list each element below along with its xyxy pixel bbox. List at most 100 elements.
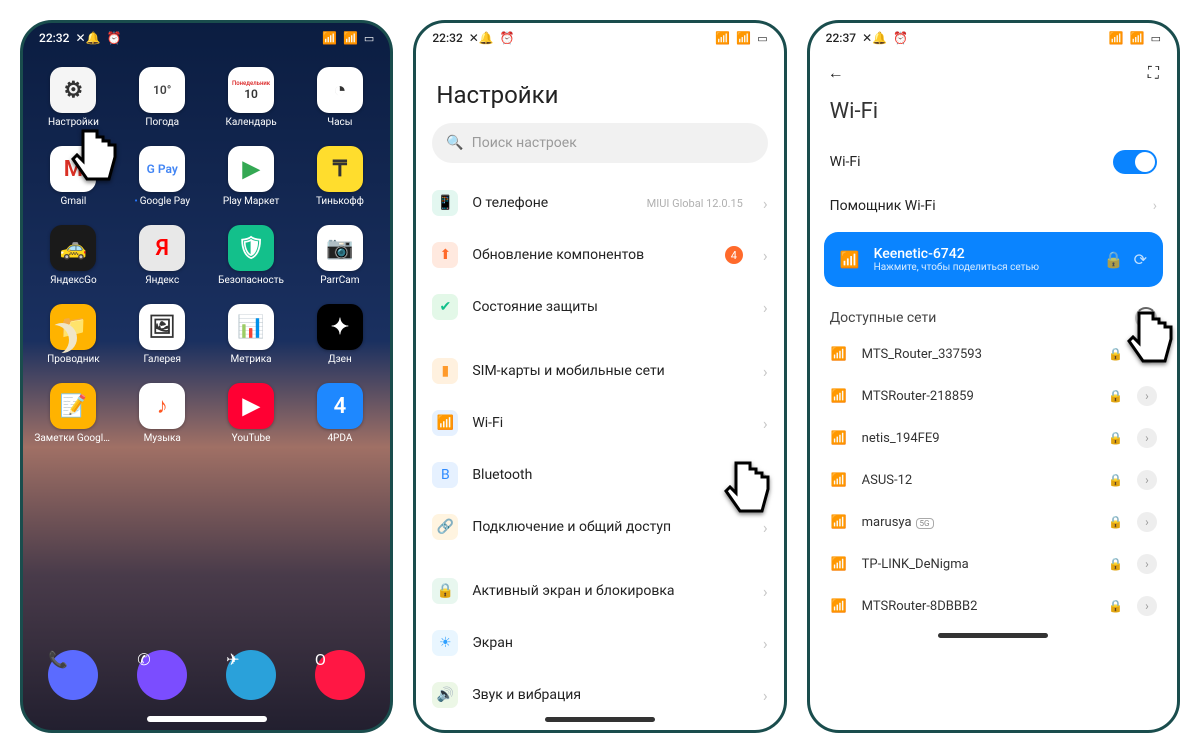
clock-icon: ◔ [317,67,363,113]
network-row[interactable]: 📶TP-LINK_DeNigma🔒› [818,543,1169,585]
info-icon[interactable]: ⟳ [1134,250,1147,269]
app-weather-icon[interactable]: 10°Погода [118,67,207,128]
wifi-toggle-row[interactable]: Wi-Fi [810,138,1177,186]
settings-row-lockscreen[interactable]: 🔒Активный экран и блокировка› [416,565,783,617]
settings-row-display[interactable]: ☀Экран› [416,617,783,669]
settings-list: 📱О телефонеMIUI Global 12.0.15›⬆Обновлен… [416,177,783,711]
wifi-icon: 📶 [432,410,458,436]
app-gpay-icon[interactable]: G Pay •Google Pay [118,146,207,207]
app-label: Gmail [34,196,112,207]
row-label: Активный экран и блокировка [472,583,749,599]
settings-row-about-phone[interactable]: 📱О телефонеMIUI Global 12.0.15› [416,177,783,229]
search-input[interactable]: 🔍 Поиск настроек [432,123,767,163]
gpay-icon: G Pay [139,146,185,192]
bluetooth-icon: B [432,462,458,488]
back-icon[interactable]: ← [828,63,844,83]
app-security-icon[interactable]: 🛡Безопасность [207,225,296,286]
app-yandex-icon[interactable]: ЯЯндекс [118,225,207,286]
chevron-right-icon[interactable]: › [1137,344,1157,364]
chevron-right-icon: › [763,362,768,381]
viber-icon[interactable]: ✆ [137,650,187,700]
settings-row-tethering[interactable]: 🔗Подключение и общий доступ› [416,501,783,553]
qr-scan-icon[interactable]: ⛶ [1148,63,1159,83]
phone-icon[interactable]: 📞 [48,650,98,700]
page-title: Настройки [416,53,783,123]
row-label: Обновление компонентов [472,247,711,263]
home-indicator [938,633,1048,638]
chevron-right-icon[interactable]: › [1137,554,1157,574]
playstore-icon: ▶ [228,146,274,192]
app-tinkoff-icon[interactable]: ₸ Тинькофф [295,146,384,207]
row-extra: MIUI Global 12.0.15 [647,197,743,210]
settings-row-bluetooth[interactable]: BBluetooth› [416,449,783,501]
app-label: Галерея [123,354,201,365]
app-label: Тинькофф [301,196,379,207]
settings-row-updates[interactable]: ⬆Обновление компонентов4› [416,229,783,281]
settings-row-security-status[interactable]: ✔Состояние защиты› [416,281,783,333]
sim-cards-icon: ▮ [432,358,458,384]
opera-icon[interactable]: O [315,650,365,700]
network-row[interactable]: 📶netis_194FE9🔒› [818,417,1169,459]
wifi-assistant-label: Помощник Wi-Fi [830,198,936,214]
network-list: 📶MTS_Router_337593🔒›📶MTSRouter-218859🔒›📶… [810,333,1177,627]
wifi-status-icon: 📶 [343,31,358,45]
app-youtube-icon[interactable]: ▶YouTube [207,383,296,444]
chevron-right-icon: › [763,686,768,705]
home-indicator [545,717,655,722]
battery-icon: ▭ [1151,32,1161,45]
app-dzen-icon[interactable]: ✦Дзен [295,304,384,365]
app-label: •Google Pay [123,196,201,207]
wifi-toggle[interactable] [1113,150,1157,174]
app-label: Дзен [301,354,379,365]
tinkoff-icon: ₸ [317,146,363,192]
app-gallery-icon[interactable]: 🖼Галерея [118,304,207,365]
app-settings-icon[interactable]: ⚙Настройки [29,67,118,128]
display-icon: ☀ [432,630,458,656]
app-clock-icon[interactable]: ◔Часы [295,67,384,128]
app-gmail-icon[interactable]: M Gmail [29,146,118,207]
chevron-right-icon[interactable]: › [1137,596,1157,616]
wifi-status-icon: 📶 [1130,31,1145,45]
sound-icon: 🔊 [432,682,458,708]
telegram-icon[interactable]: ✈ [226,650,276,700]
network-row[interactable]: 📶marusya5G🔒› [818,501,1169,543]
page-title: Wi-Fi [810,93,1177,138]
chevron-right-icon[interactable]: › [1137,512,1157,532]
app-calendar-icon[interactable]: Понедельник10Календарь [207,67,296,128]
chevron-right-icon[interactable]: › [1137,428,1157,448]
chevron-right-icon: › [763,194,768,213]
wifi-assistant-row[interactable]: Помощник Wi-Fi › [810,186,1177,226]
wifi-icon: 📶 [830,431,848,446]
settings-row-sim-cards[interactable]: ▮SIM-карты и мобильные сети› [416,345,783,397]
network-row[interactable]: 📶MTS_Router_337593🔒› [818,333,1169,375]
app-keep-icon[interactable]: 📝Заметки Google Keep [29,383,118,444]
chevron-right-icon: › [763,246,768,265]
app-yandexgo-icon[interactable]: 🚕ЯндексGo [29,225,118,286]
wifi-icon: 📶 [830,515,848,530]
lockscreen-icon: 🔒 [432,578,458,604]
connected-network[interactable]: 📶 Keenetic-6742 Нажмите, чтобы поделитьс… [824,232,1163,287]
app-parrcam-icon[interactable]: 📷ParrCam [295,225,384,286]
network-name: MTSRouter-218859 [862,389,1094,404]
app-metrika-icon[interactable]: 📊Метрика [207,304,296,365]
app-label: Календарь [212,117,290,128]
chevron-right-icon: › [763,634,768,653]
chevron-right-icon[interactable]: › [1137,386,1157,406]
app-4pda-icon[interactable]: 44PDA [295,383,384,444]
settings-row-sound[interactable]: 🔊Звук и вибрация› [416,669,783,711]
wifi-icon: 📶 [830,389,848,404]
gmail-icon: M [50,146,96,192]
network-name: MTSRouter-8DBBB2 [862,599,1094,614]
settings-row-wifi[interactable]: 📶Wi-Fi› [416,397,783,449]
row-label: Wi-Fi [472,415,749,431]
chevron-right-icon[interactable]: › [1137,470,1157,490]
network-row[interactable]: 📶MTSRouter-218859🔒› [818,375,1169,417]
app-music-icon[interactable]: ♪Музыка [118,383,207,444]
4pda-icon: 4 [317,383,363,429]
network-row[interactable]: 📶ASUS-12🔒› [818,459,1169,501]
app-playstore-icon[interactable]: ▶Play Маркет [207,146,296,207]
refresh-icon[interactable] [1135,307,1157,329]
app-label: Проводник [34,354,112,365]
network-row[interactable]: 📶MTSRouter-8DBBB2🔒› [818,585,1169,627]
row-label: Состояние защиты [472,299,749,315]
